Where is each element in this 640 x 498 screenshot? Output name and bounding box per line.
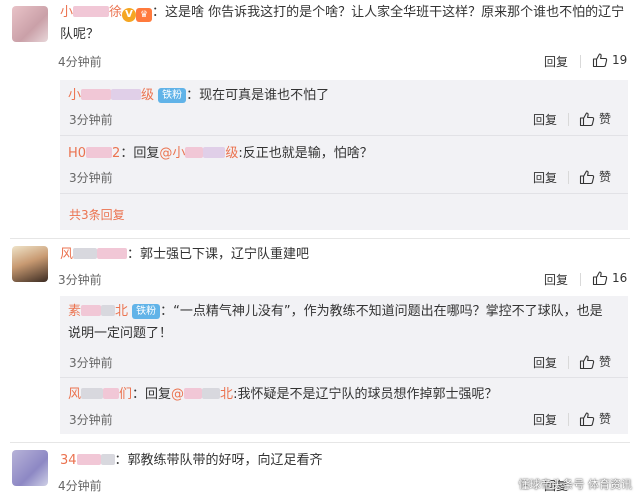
reply-text-cont: 说明一定问题了！ xyxy=(68,326,173,341)
username[interactable]: 小徐 xyxy=(60,5,122,20)
reply-text: :我怀疑是不是辽宁队的球员想作掉郭士强呢？ xyxy=(233,387,498,402)
reply-username[interactable]: 小级 xyxy=(68,88,154,103)
divider xyxy=(10,238,630,239)
comment-text: ：郭士强已下课，辽宁队重建吧 xyxy=(127,247,310,262)
comment-text: ：郭教练带队带的好呀，向辽足看齐 xyxy=(114,453,323,468)
fan-badge: 铁粉 xyxy=(132,304,161,319)
reply-username[interactable]: 素北 xyxy=(68,304,128,319)
like-count: 16 xyxy=(612,271,628,285)
like-button[interactable]: 赞 xyxy=(579,110,611,127)
fan-badge: 铁粉 xyxy=(158,88,187,103)
like-count: 19 xyxy=(612,53,628,67)
comment-body: 34 ：郭教练带队带的好呀，向辽足看齐 xyxy=(60,450,630,472)
reply-text: :反正也就是输，怕啥？ xyxy=(238,146,373,161)
reply-button[interactable]: 回复 xyxy=(544,53,568,70)
reply-button[interactable]: 回复 xyxy=(533,169,557,186)
crown-badge-icon: ♛ xyxy=(136,8,153,22)
divider xyxy=(60,193,628,194)
like-button[interactable]: 19 xyxy=(592,52,627,68)
action-separator xyxy=(568,171,569,184)
reply-time: 3分钟前 xyxy=(69,356,113,370)
reply-prefix: ：回复 xyxy=(132,387,172,402)
mention-link[interactable]: @小级 xyxy=(159,146,238,161)
reply-text: ：现在可真是谁也不怕了 xyxy=(186,88,330,103)
thumb-up-icon xyxy=(579,169,595,184)
username[interactable]: 34 xyxy=(60,453,115,468)
reply-thread: 素北 铁粉 ：“一点精气神儿没有”，作为教练不知道问题出在哪吗？掌控不了球队，也是… xyxy=(60,296,628,434)
reply-time: 3分钟前 xyxy=(69,113,113,127)
like-label: 赞 xyxy=(599,412,612,426)
reply-body: 小级 铁粉 ：现在可真是谁也不怕了 xyxy=(68,85,618,107)
comment-time: 4分钟前 xyxy=(58,479,102,493)
more-replies-link[interactable]: 共3条回复 xyxy=(69,206,125,223)
comment-time: 4分钟前 xyxy=(58,55,102,69)
reply-button[interactable]: 回复 xyxy=(544,271,568,288)
reply-text: ：“一点精气神儿没有”，作为教练不知道问题出在哪吗？掌控不了球队，也是 xyxy=(160,304,603,319)
thumb-up-icon xyxy=(592,53,608,68)
avatar[interactable] xyxy=(12,6,48,42)
reply-button[interactable]: 回复 xyxy=(533,111,557,128)
divider xyxy=(60,377,628,378)
reply-time: 3分钟前 xyxy=(69,171,113,185)
comment-body: 风：郭士强已下课，辽宁队重建吧 xyxy=(60,244,630,266)
reply-button[interactable]: 回复 xyxy=(533,354,557,371)
like-button[interactable]: 赞 xyxy=(579,168,611,185)
reply-username[interactable]: 风们 xyxy=(68,387,132,402)
reply-prefix: ：回复 xyxy=(120,146,160,161)
username[interactable]: 风 xyxy=(60,247,128,262)
reply-body: 素北 铁粉 ：“一点精气神儿没有”，作为教练不知道问题出在哪吗？掌控不了球队，也是… xyxy=(68,301,623,345)
action-separator xyxy=(580,55,581,68)
verified-v-icon: V xyxy=(122,8,137,22)
reply-button[interactable]: 回复 xyxy=(533,411,557,428)
reply-thread: 小级 铁粉 ：现在可真是谁也不怕了 3分钟前 回复 赞 H0 2：回复@小 级:反正也… xyxy=(60,80,628,230)
like-button[interactable]: 16 xyxy=(592,270,627,286)
action-separator xyxy=(568,113,569,126)
reply-body: 风们：回复@ 北:我怀疑是不是辽宁队的球员想作掉郭士强呢？ xyxy=(68,384,623,406)
thumb-up-icon xyxy=(592,271,608,286)
like-label: 赞 xyxy=(599,355,612,369)
reply-body: H0 2：回复@小 级:反正也就是输，怕啥？ xyxy=(68,143,623,165)
divider xyxy=(60,135,628,136)
mention-link[interactable]: @ 北 xyxy=(171,387,233,402)
avatar[interactable] xyxy=(12,450,48,486)
comment-time: 3分钟前 xyxy=(58,273,102,287)
like-button[interactable]: 赞 xyxy=(579,410,611,427)
reply-time: 3分钟前 xyxy=(69,413,113,427)
like-button[interactable]: 赞 xyxy=(579,353,611,370)
watermark: 懂球帝头条号 体育资讯 xyxy=(518,478,633,491)
comment-body: 小徐 V ♛ ：这是啥 你告诉我这打的是个啥？让人家全华班干这样？原来那个谁也不怕的辽… xyxy=(60,2,630,46)
comment-text-cont: 队呢？ xyxy=(60,27,100,42)
like-label: 赞 xyxy=(599,170,612,184)
divider xyxy=(10,442,630,443)
comment-text: ：这是啥 你告诉我这打的是个啥？让人家全华班干这样？原来那个谁也不怕的辽宁 xyxy=(152,5,625,20)
avatar[interactable] xyxy=(12,246,48,282)
like-label: 赞 xyxy=(599,112,612,126)
action-separator xyxy=(568,356,569,369)
reply-username[interactable]: H0 2 xyxy=(68,146,120,161)
action-separator xyxy=(580,273,581,286)
action-separator xyxy=(568,413,569,426)
thumb-up-icon xyxy=(579,354,595,369)
thumb-up-icon xyxy=(579,411,595,426)
thumb-up-icon xyxy=(579,111,595,126)
